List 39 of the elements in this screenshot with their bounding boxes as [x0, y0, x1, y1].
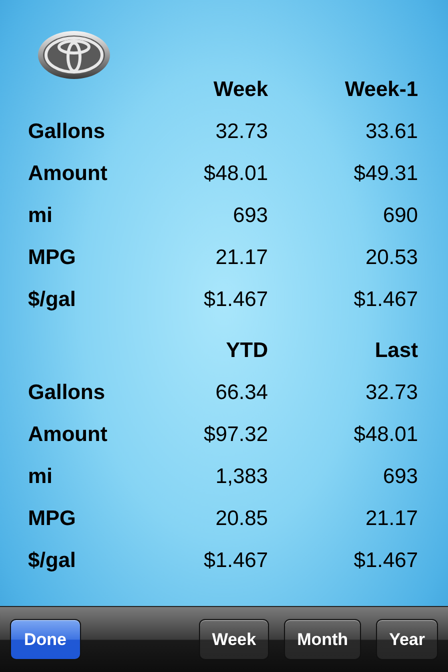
- column-header: Last: [374, 339, 418, 363]
- value-text: 690: [382, 204, 418, 228]
- value-text: 20.85: [215, 507, 268, 531]
- value-text: 1,383: [215, 465, 268, 489]
- column-header: YTD: [226, 339, 268, 363]
- row-label: Gallons: [28, 120, 106, 144]
- row-label: Amount: [28, 162, 108, 186]
- value-text: 693: [382, 465, 418, 489]
- value-text: $1.467: [204, 288, 268, 312]
- value-text: 21.17: [365, 507, 418, 531]
- value-text: $1.467: [354, 288, 418, 312]
- row-label: Amount: [28, 423, 108, 447]
- value-text: 693: [232, 204, 268, 228]
- period-button[interactable]: Month: [284, 619, 362, 660]
- column-header: Week: [214, 78, 268, 102]
- value-text: $48.01: [354, 423, 418, 447]
- value-text: $49.31: [354, 162, 418, 186]
- value-text: 32.73: [365, 381, 418, 405]
- row-label: mi: [28, 465, 53, 489]
- value-text: 20.53: [365, 246, 418, 270]
- column-header: Week-1: [344, 78, 418, 102]
- row-label: MPG: [28, 507, 76, 531]
- value-text: 66.34: [215, 381, 268, 405]
- value-text: 21.17: [215, 246, 268, 270]
- value-text: 33.61: [365, 120, 418, 144]
- row-label: Gallons: [28, 381, 106, 405]
- done-button[interactable]: Done: [10, 619, 80, 660]
- row-label: $/gal: [28, 288, 76, 312]
- period-button[interactable]: Year: [376, 619, 438, 660]
- period-button[interactable]: Week: [198, 619, 270, 660]
- value-text: $48.01: [204, 162, 268, 186]
- value-text: $1.467: [204, 549, 268, 573]
- value-text: $97.32: [204, 423, 268, 447]
- value-text: 32.73: [215, 120, 268, 144]
- value-text: $1.467: [354, 549, 418, 573]
- row-label: mi: [28, 204, 53, 228]
- row-label: MPG: [28, 246, 76, 270]
- row-label: $/gal: [28, 549, 76, 573]
- emblem-icon: [36, 28, 112, 82]
